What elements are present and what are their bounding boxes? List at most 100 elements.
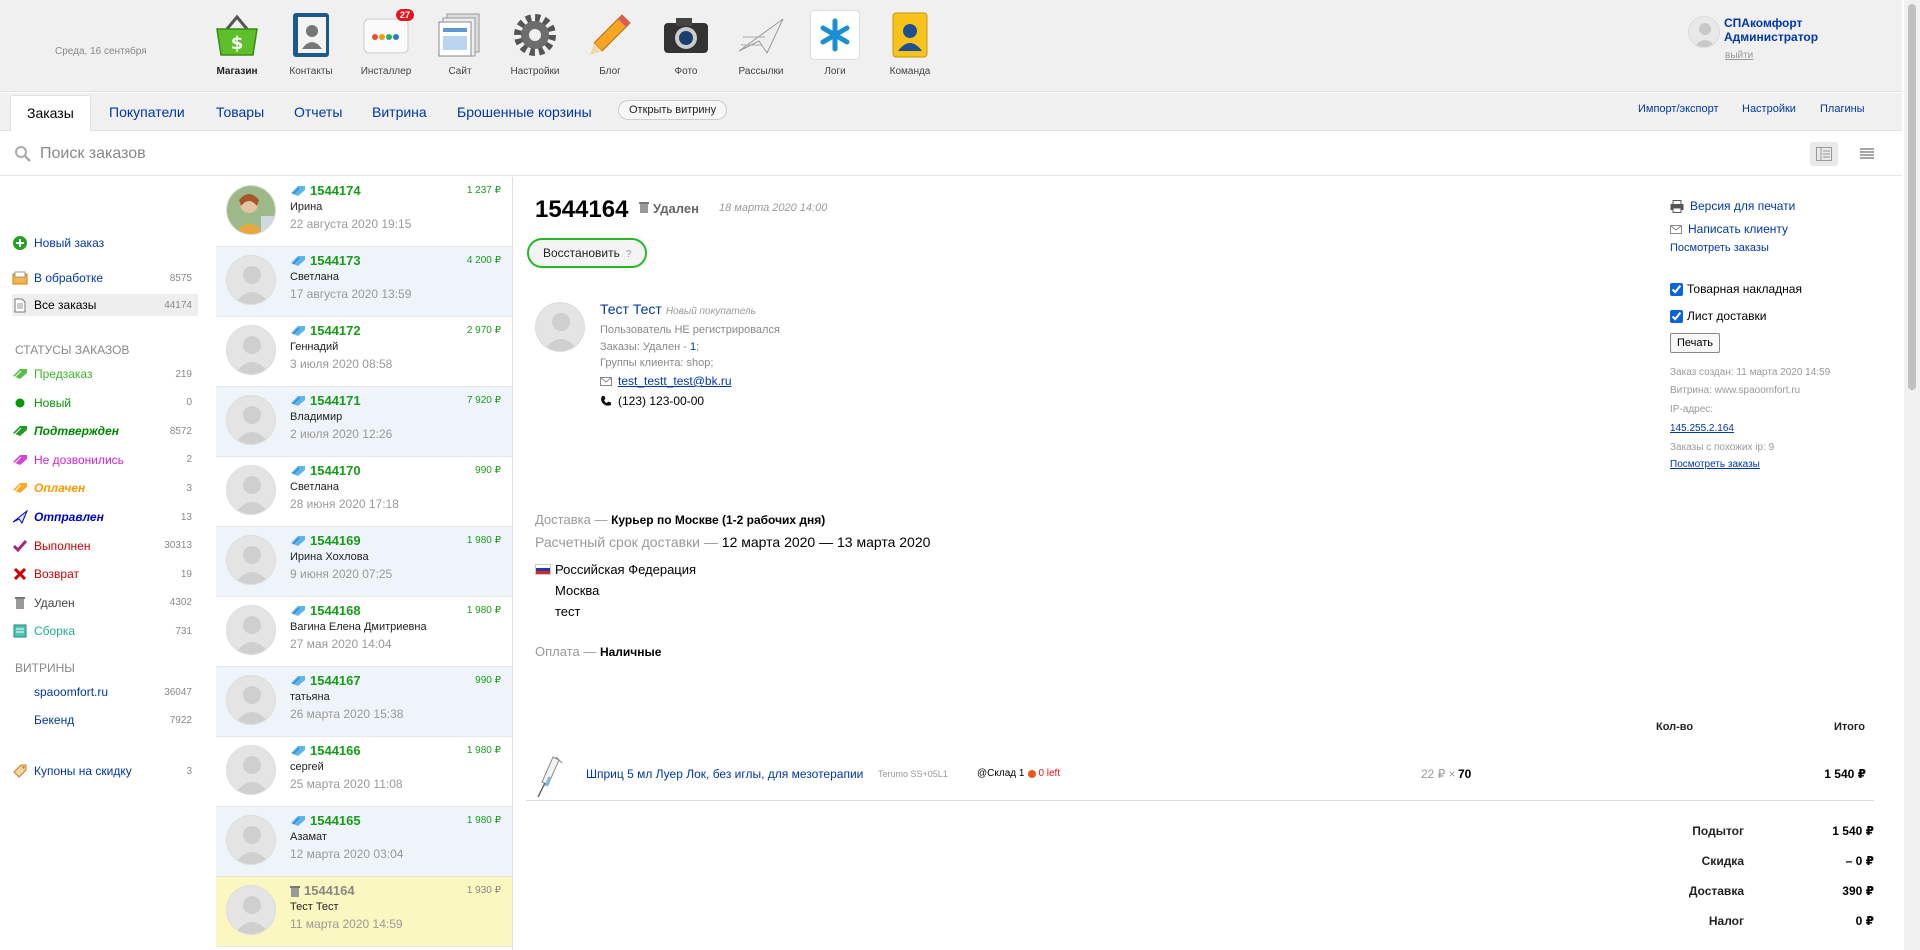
order-list-item[interactable]: 1544164 1 930 ₽ Тест Тест 11 марта 2020 14:… [216, 877, 512, 947]
app-photo[interactable]: Фото [651, 10, 721, 77]
view-orders-link[interactable]: Посмотреть заказы [1670, 242, 1769, 254]
order-sum: 1 980 ₽ [466, 535, 501, 546]
app-settings[interactable]: Настройки [500, 10, 570, 77]
sidebar-item-count: 36047 [164, 686, 192, 698]
import-export-link[interactable]: Импорт/экспорт [1638, 103, 1719, 115]
user-avatar[interactable] [1688, 16, 1720, 48]
print-button[interactable]: Печать [1670, 333, 1721, 353]
scrollbar-thumb[interactable] [1908, 4, 1916, 390]
sidebar-status-item[interactable]: Сборка 731 [12, 620, 198, 642]
customer-name[interactable]: Тест Тест Новый покупатель [600, 301, 756, 317]
order-customer: Ирина [290, 201, 323, 213]
order-list-item[interactable]: 1544174 1 237 ₽ Ирина 22 августа 2020 19:15 [216, 177, 512, 247]
order-list-item[interactable]: 1544169 1 980 ₽ Ирина Хохлова 9 июня 2020 0… [216, 527, 512, 597]
sidebar-status-item[interactable]: Подтвержден 8572 [12, 420, 198, 442]
sidebar-item-label[interactable]: Оплачен [34, 481, 186, 495]
sidebar-item-label[interactable]: Сборка [34, 624, 175, 638]
app-site[interactable]: Сайт [425, 10, 495, 77]
sidebar-item-storefront-backend[interactable]: Бекенд 7922 [12, 709, 198, 731]
sidebar-item-label[interactable]: Отправлен [34, 510, 181, 524]
sidebar-item-label[interactable]: В обработке [34, 271, 170, 285]
app-contacts[interactable]: Контакты [276, 10, 346, 77]
sidebar-status-item[interactable]: Не дозвонились 2 [12, 449, 198, 471]
order-list-item[interactable]: 1544167 990 ₽ татьяна 26 марта 2020 15:38 [216, 667, 512, 737]
new-order-label[interactable]: Новый заказ [34, 236, 198, 250]
logout-link[interactable]: выйти [1725, 50, 1753, 61]
order-list-item[interactable]: 1544170 990 ₽ Светлана 28 июня 2020 17:18 [216, 457, 512, 527]
order-list-item[interactable]: 1544165 1 980 ₽ Азамат 12 марта 2020 03:04 [216, 807, 512, 877]
sidebar-item-label[interactable]: Удален [34, 596, 170, 610]
sidebar-status-item[interactable]: Возврат 19 [12, 563, 198, 585]
box-icon [12, 623, 28, 639]
tab-storefront[interactable]: Витрина [356, 95, 443, 131]
open-storefront-button[interactable]: Открыть витрину [618, 100, 728, 120]
tab-products[interactable]: Товары [200, 95, 280, 131]
tab-reports[interactable]: Отчеты [278, 95, 358, 131]
list-view-icon[interactable] [1853, 142, 1881, 166]
sidebar-item-label[interactable]: Выполнен [34, 539, 164, 553]
storefronts-heading: ВИТРИНЫ [15, 661, 75, 675]
write-client-link[interactable]: Написать клиенту [1670, 222, 1788, 236]
delivery-sheet-checkbox[interactable]: Лист доставки [1670, 309, 1766, 323]
split-view-icon[interactable] [1810, 142, 1838, 166]
sidebar-status-item[interactable]: Предзаказ 219 [12, 363, 198, 385]
print-version-link[interactable]: Версия для печати [1670, 199, 1795, 213]
sidebar-status-item[interactable]: Оплачен 3 [12, 477, 198, 499]
invoice-checkbox-input[interactable] [1670, 282, 1683, 296]
sidebar-item-label[interactable]: Бекенд [34, 713, 170, 727]
order-number: 1544164 [290, 883, 355, 898]
sidebar-item-label[interactable]: Новый [34, 396, 186, 410]
sidebar-item-label[interactable]: Подтвержден [34, 424, 170, 438]
sidebar-item-label[interactable]: Предзаказ [34, 367, 175, 381]
order-list-item[interactable]: 1544173 4 200 ₽ Светлана 17 августа 2020 13… [216, 247, 512, 317]
sidebar-item-label[interactable]: spaoomfort.ru [34, 685, 164, 699]
syringe-icon [536, 755, 564, 802]
sidebar-item-label[interactable]: Купоны на скидку [34, 764, 186, 778]
order-date: 17 августа 2020 13:59 [290, 287, 412, 301]
tab-orders[interactable]: Заказы [10, 95, 91, 132]
ip-address-link[interactable]: 145.255.2.164 [1670, 423, 1734, 434]
new-order-button[interactable]: Новый заказ [12, 232, 198, 254]
order-list-item[interactable]: 1544168 1 980 ₽ Вагина Елена Дмитриевна 27 … [216, 597, 512, 667]
app-shop[interactable]: $ Магазин [202, 10, 272, 77]
delivery-method: Доставка — Курьер по Москве (1-2 рабочих… [535, 512, 826, 527]
settings-link[interactable]: Настройки [1742, 103, 1796, 115]
customer-email[interactable]: test_testt_test@bk.ru [600, 374, 732, 388]
sidebar-status-item[interactable]: Выполнен 30313 [12, 535, 198, 557]
site-icon [435, 10, 485, 60]
delivery-sheet-checkbox-input[interactable] [1670, 309, 1683, 323]
order-list-item[interactable]: 1544171 7 920 ₽ Владимир 2 июля 2020 12:26 [216, 387, 512, 457]
order-date: 26 марта 2020 15:38 [290, 707, 404, 721]
printer-icon [1670, 199, 1684, 213]
order-list-item[interactable]: 1544166 1 980 ₽ сергей 25 марта 2020 11:08 [216, 737, 512, 807]
sidebar-item-storefront-spaoomfort[interactable]: spaoomfort.ru 36047 [12, 681, 198, 703]
invoice-checkbox[interactable]: Товарная накладная [1670, 282, 1802, 296]
plugins-link[interactable]: Плагины [1820, 103, 1865, 115]
sidebar-status-item[interactable]: Удален 4302 [12, 592, 198, 614]
status-tag-icon [290, 185, 306, 197]
search-input[interactable] [40, 141, 640, 167]
sidebar-item-coupons[interactable]: Купоны на скидку 3 [12, 760, 198, 782]
app-logs[interactable]: Логи [800, 10, 870, 77]
restore-button[interactable]: Восстановить? [527, 238, 648, 268]
sidebar-item-in-process[interactable]: В обработке 8575 [12, 267, 198, 289]
status-tag-icon [290, 605, 306, 617]
item-name-link[interactable]: Шприц 5 мл Луер Лок, без иглы, для мезот… [586, 767, 863, 781]
sidebar-item-label[interactable]: Возврат [34, 567, 181, 581]
app-blog[interactable]: Блог [575, 10, 645, 77]
app-team[interactable]: Команда [875, 10, 945, 77]
view-orders-link-2[interactable]: Посмотреть заказы [1670, 459, 1760, 470]
app-mailer[interactable]: Рассылки [726, 10, 796, 77]
tab-customers[interactable]: Покупатели [93, 95, 201, 131]
order-list-item[interactable]: 1544172 2 970 ₽ Геннадий 3 июля 2020 08:58 [216, 317, 512, 387]
page-scrollbar[interactable] [1904, 0, 1920, 950]
plus-icon [12, 235, 28, 251]
installer-badge: 27 [394, 8, 415, 22]
tab-abandoned-carts[interactable]: Брошенные корзины [441, 95, 608, 131]
sidebar-status-item[interactable]: Отправлен 13 [12, 506, 198, 528]
app-installer[interactable]: 27 Инсталлер [351, 8, 421, 77]
user-name[interactable]: СПАкомфорт Администратор [1724, 16, 1844, 44]
sidebar-item-all-orders[interactable]: Все заказы 44174 [12, 294, 198, 316]
sidebar-item-label[interactable]: Не дозвонились [34, 453, 186, 467]
sidebar-status-item[interactable]: Новый 0 [12, 392, 198, 414]
